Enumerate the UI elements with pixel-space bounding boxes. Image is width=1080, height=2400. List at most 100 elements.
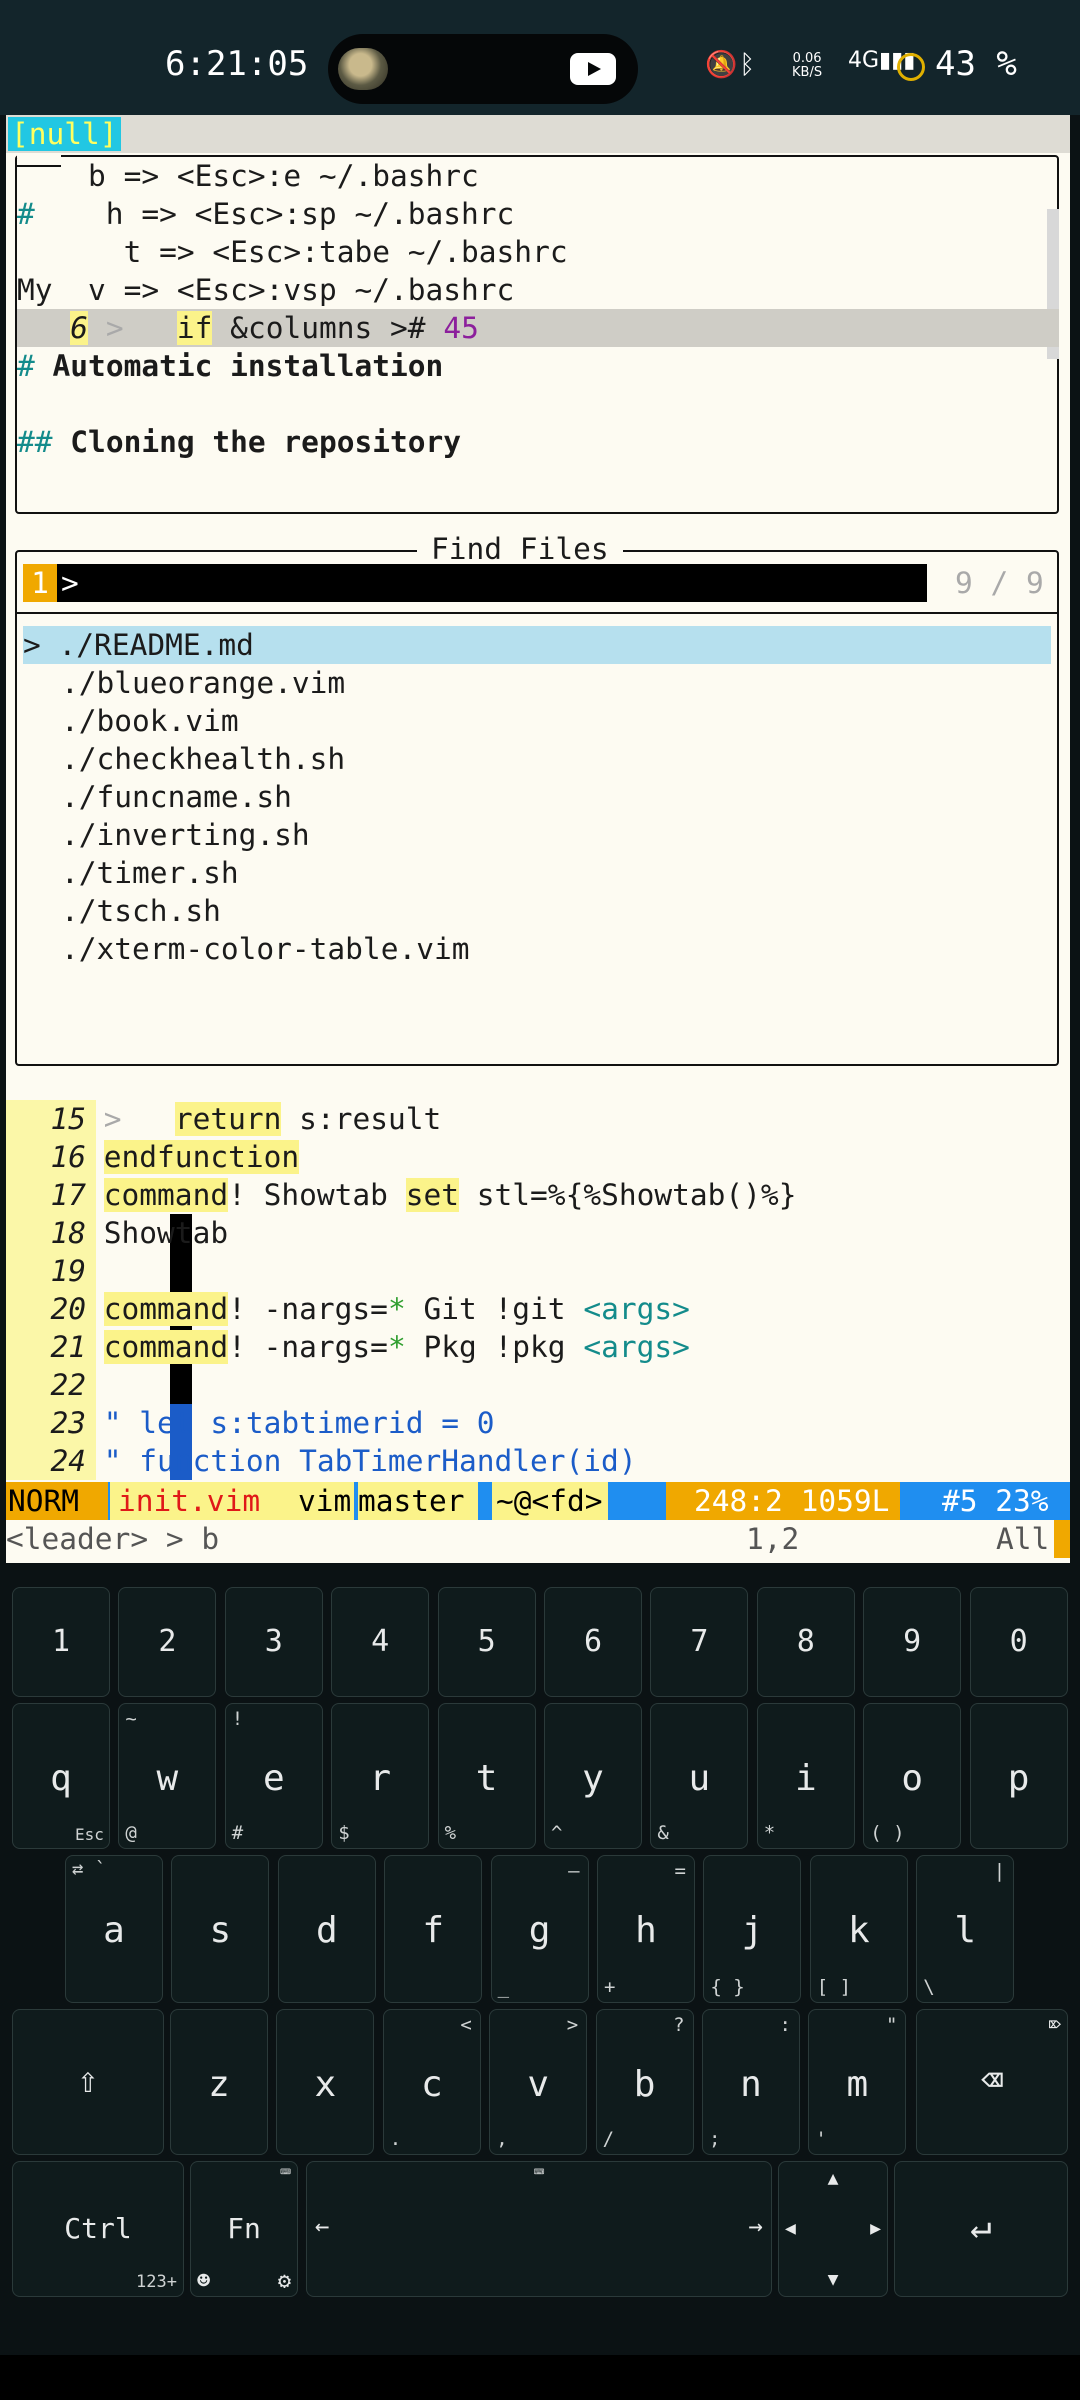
- code-token: set: [405, 1178, 459, 1212]
- up-arrow-icon: ▲: [827, 2168, 839, 2189]
- list-item[interactable]: ./inverting.sh: [61, 816, 310, 854]
- code-line: 18 Showtab: [6, 1214, 228, 1252]
- prompt-symbol: >: [61, 566, 79, 600]
- prompt-index: 1: [23, 564, 57, 602]
- key-d[interactable]: d: [277, 1855, 376, 2003]
- key-j[interactable]: j{ }: [703, 1855, 802, 2003]
- right-arrow-icon: ▶: [870, 2218, 881, 2239]
- battery-saver-icon: [897, 53, 925, 81]
- list-item[interactable]: ./funcname.sh: [61, 778, 292, 816]
- key-2[interactable]: 2: [118, 1587, 217, 1697]
- backspace-key[interactable]: ⌫ ⌦: [916, 2009, 1068, 2155]
- key-7[interactable]: 7: [650, 1587, 749, 1697]
- key-5[interactable]: 5: [437, 1587, 536, 1697]
- keyboard-icon: ⌨: [280, 2162, 291, 2183]
- line-number: 22: [50, 1368, 86, 1402]
- key-0[interactable]: 0: [969, 1587, 1068, 1697]
- space-key[interactable]: ← → ⌨: [306, 2161, 772, 2297]
- code-line: # h => <Esc>:sp ~/.bashrc: [17, 195, 1045, 233]
- key-v[interactable]: v >,: [489, 2009, 588, 2155]
- list-item-selected[interactable]: > ./README.md: [23, 626, 1051, 664]
- tab-null[interactable]: [null]: [8, 117, 121, 151]
- key-4[interactable]: 4: [331, 1587, 430, 1697]
- key-q[interactable]: q Esc: [12, 1703, 110, 1849]
- right-arrow-icon: →: [748, 2212, 763, 2240]
- key-u[interactable]: u &: [650, 1703, 749, 1849]
- cursor-position: 248:2 1059L: [666, 1482, 900, 1520]
- dpad-key[interactable]: ▲ ▼ ◀ ▶: [778, 2161, 888, 2297]
- key-c[interactable]: c <.: [382, 2009, 481, 2155]
- ctrl-key[interactable]: Ctrl 123+: [12, 2161, 184, 2297]
- network-speed: 0.06 KB/S: [792, 51, 823, 80]
- git-branch: master: [358, 1482, 478, 1520]
- key-p[interactable]: p: [969, 1703, 1068, 1849]
- code-token: Pkg !pkg: [405, 1330, 584, 1364]
- code-line: 17 command! Showtab set stl=%{%Showtab()…: [6, 1176, 796, 1214]
- line-number: 15: [50, 1102, 86, 1136]
- editor-buffer[interactable]: 15 > return s:result 16 endfunction 17 com…: [6, 1100, 1070, 1480]
- divider: [17, 612, 1057, 614]
- key-l[interactable]: l | \: [916, 1855, 1015, 2003]
- list-item[interactable]: ./book.vim: [61, 702, 239, 740]
- enter-key[interactable]: ↵: [894, 2161, 1068, 2297]
- key-g[interactable]: g – _: [490, 1855, 589, 2003]
- fold-marker: >: [103, 1102, 122, 1136]
- line-number: 19: [50, 1254, 86, 1288]
- key-b[interactable]: b? /: [595, 2009, 694, 2155]
- key-6[interactable]: 6: [544, 1587, 642, 1697]
- emoji-icon: ☻: [197, 2269, 211, 2294]
- code-token: command: [103, 1292, 229, 1326]
- terminal-screen[interactable]: [null] b => <Esc>:e ~/.bashrc # h => <Es…: [6, 115, 1070, 1563]
- key-n[interactable]: n:;: [702, 2009, 800, 2155]
- fn-key[interactable]: Fn ☻ ⚙ ⌨: [190, 2161, 298, 2297]
- cmd-text: <leader> > b: [6, 1522, 220, 1556]
- key-a[interactable]: a ⇄ `: [65, 1855, 163, 2003]
- key-k[interactable]: k[ ]: [809, 1855, 908, 2003]
- key-e[interactable]: e! #: [224, 1703, 323, 1849]
- code-token: command: [103, 1330, 229, 1364]
- code-line: 20 command! -nargs=* Git !git <args>: [6, 1290, 690, 1328]
- code-token: *: [387, 1330, 406, 1364]
- list-item[interactable]: ./tsch.sh: [61, 892, 221, 930]
- bluetooth-icon: ᛒ: [739, 50, 757, 80]
- key-t[interactable]: t%: [437, 1703, 536, 1849]
- key-3[interactable]: 3: [224, 1587, 323, 1697]
- status-icons: 🔕ᛒ: [705, 50, 757, 80]
- vim-tabline: [null]: [6, 115, 1070, 153]
- list-item[interactable]: ./xterm-color-table.vim: [61, 930, 470, 968]
- key-x[interactable]: x: [276, 2009, 375, 2155]
- left-arrow-icon: ←: [315, 2212, 330, 2240]
- key-o[interactable]: o( ): [863, 1703, 962, 1849]
- mode-indicator: NORM: [6, 1482, 108, 1520]
- search-input[interactable]: 1 >: [23, 564, 927, 602]
- shift-icon: ⇧: [77, 2060, 99, 2101]
- key-i[interactable]: i *: [756, 1703, 855, 1849]
- code-token: endfunction: [103, 1140, 300, 1174]
- match-count: 9 / 9: [955, 566, 1044, 600]
- list-item[interactable]: ./timer.sh: [61, 854, 239, 892]
- list-item[interactable]: ./checkhealth.sh: [61, 740, 345, 778]
- clock: 6:21:05: [165, 44, 309, 84]
- key-8[interactable]: 8: [756, 1587, 855, 1697]
- line-number: 18: [50, 1216, 86, 1250]
- key-s[interactable]: s: [171, 1855, 270, 2003]
- key-f[interactable]: f: [384, 1855, 483, 2003]
- key-w[interactable]: w ~ @: [118, 1703, 217, 1849]
- list-item[interactable]: ./blueorange.vim: [61, 664, 345, 702]
- key-m[interactable]: m " ': [808, 2009, 907, 2155]
- filename: init.vim: [110, 1482, 300, 1520]
- key-h[interactable]: h = +: [597, 1855, 695, 2003]
- shift-key[interactable]: ⇧: [12, 2009, 164, 2155]
- key-z[interactable]: z: [170, 2009, 268, 2155]
- enter-icon: ↵: [970, 2206, 992, 2247]
- key-y[interactable]: y ^: [544, 1703, 642, 1849]
- backspace-icon: ⌫: [981, 2060, 1003, 2101]
- buffer-info: #5 23%: [926, 1482, 1070, 1520]
- key-1[interactable]: 1: [12, 1587, 110, 1697]
- key-9[interactable]: 9: [863, 1587, 962, 1697]
- key-r[interactable]: r $: [331, 1703, 430, 1849]
- line-number: 17: [50, 1178, 86, 1212]
- scroll-indicator: All: [996, 1522, 1050, 1556]
- delete-icon: ⌦: [1048, 2012, 1061, 2036]
- left-arrow-icon: ◀: [785, 2218, 796, 2239]
